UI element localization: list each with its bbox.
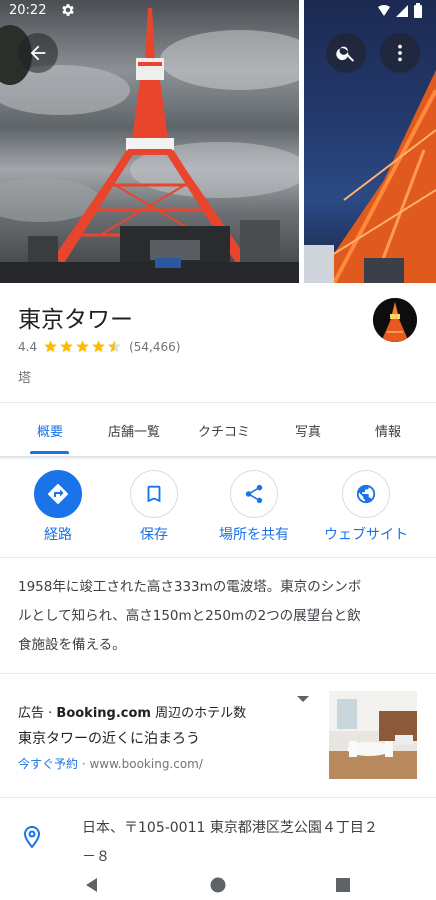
- divider: [0, 557, 436, 558]
- directions-icon: [48, 484, 68, 504]
- more-options-button[interactable]: [380, 33, 420, 73]
- place-thumbnail[interactable]: [373, 298, 417, 342]
- location-pin-icon: [23, 826, 41, 848]
- settings-gear-icon: [62, 4, 74, 16]
- share-label: 場所を共有: [219, 527, 289, 543]
- back-button[interactable]: [18, 33, 58, 73]
- ad-subtitle[interactable]: 東京タワーの近くに泊まろう: [18, 728, 200, 748]
- globe-icon: [356, 484, 376, 504]
- place-description[interactable]: 1958年に竣工された高さ333mの電波塔。東京のシンボ ルとして知られ、高さ1…: [18, 573, 422, 660]
- save-button[interactable]: 保存: [104, 470, 204, 544]
- save-button-circle[interactable]: [130, 470, 178, 518]
- star-full-icon: [76, 340, 89, 353]
- address-line: －８: [82, 849, 110, 865]
- nav-recents-icon[interactable]: [335, 877, 351, 893]
- ad-separator: ·: [78, 757, 90, 771]
- rating-row[interactable]: 4.4 (54,466): [18, 339, 180, 354]
- address-line: 日本、〒105-0011 東京都港区芝公園４丁目２: [82, 820, 378, 836]
- description-line: 食施設を備える。: [18, 637, 126, 653]
- ad-advertiser: Booking.com: [56, 706, 151, 721]
- place-address[interactable]: 日本、〒105-0011 東京都港区芝公園４丁目２ －８: [82, 814, 412, 872]
- active-tab-indicator: [30, 451, 69, 454]
- share-button-circle[interactable]: [230, 470, 278, 518]
- review-count[interactable]: (54,466): [129, 340, 180, 354]
- tab-info[interactable]: 情報: [338, 404, 436, 456]
- description-line: ルとして知られ、高さ150mと250mの2つの展望台と飲: [18, 608, 361, 624]
- star-rating: [43, 339, 123, 354]
- ad-headline-text: 周辺のホテル数: [150, 706, 247, 721]
- ad-hotel-image[interactable]: [329, 691, 417, 779]
- ad-url[interactable]: www.booking.com/: [89, 757, 202, 771]
- bookmark-icon: [147, 485, 161, 503]
- tab-bar: 概要 店舗一覧 クチコミ 写真 情報: [0, 404, 436, 456]
- save-label: 保存: [140, 527, 168, 543]
- rating-value: 4.4: [18, 339, 38, 354]
- ad-badge: 広告 ·: [18, 706, 57, 721]
- divider: [0, 402, 436, 403]
- hotel-room-image: [329, 691, 417, 779]
- divider: [0, 673, 436, 674]
- description-line: 1958年に竣工された高さ333mの電波塔。東京のシンボ: [18, 579, 362, 595]
- photo-carousel[interactable]: [0, 0, 436, 283]
- star-full-icon: [44, 340, 57, 353]
- star-full-icon: [92, 340, 105, 353]
- wifi-icon: [378, 5, 390, 16]
- search-icon: [336, 46, 355, 62]
- signal-icon: [396, 5, 408, 17]
- ad-link-row[interactable]: 今すぐ予約 · www.booking.com/: [18, 755, 203, 772]
- nav-home-icon[interactable]: [210, 877, 226, 893]
- place-category: 塔: [18, 371, 32, 386]
- star-half-icon: [108, 340, 121, 353]
- tower-thumbnail-image: [373, 298, 417, 342]
- website-button-circle[interactable]: [342, 470, 390, 518]
- divider: [0, 797, 436, 798]
- star-full-icon: [60, 340, 73, 353]
- directions-label: 経路: [44, 527, 72, 543]
- place-title: 東京タワー: [18, 307, 133, 333]
- share-icon: [245, 484, 263, 504]
- website-label: ウェブサイト: [324, 527, 408, 543]
- ad-headline[interactable]: 広告 · Booking.com 周辺のホテル数: [18, 702, 246, 721]
- share-button[interactable]: 場所を共有: [204, 470, 304, 544]
- system-navigation-bar: [0, 870, 436, 900]
- more-vert-icon: [398, 44, 402, 62]
- tab-bar-shadow: [0, 456, 436, 460]
- arrow-back-icon: [30, 45, 46, 61]
- tab-stores[interactable]: 店舗一覧: [82, 404, 186, 456]
- directions-button[interactable]: 経路: [8, 470, 108, 544]
- ad-dropdown-icon[interactable]: [296, 694, 310, 704]
- system-status-icons: [378, 3, 422, 18]
- ad-cta-link[interactable]: 今すぐ予約: [18, 757, 78, 771]
- battery-icon: [414, 5, 422, 18]
- website-button[interactable]: ウェブサイト: [316, 470, 416, 544]
- status-bar: 20:22: [0, 0, 436, 22]
- search-button[interactable]: [326, 33, 366, 73]
- nav-back-icon[interactable]: [84, 877, 100, 893]
- directions-button-circle[interactable]: [34, 470, 82, 518]
- status-time: 20:22: [9, 3, 47, 18]
